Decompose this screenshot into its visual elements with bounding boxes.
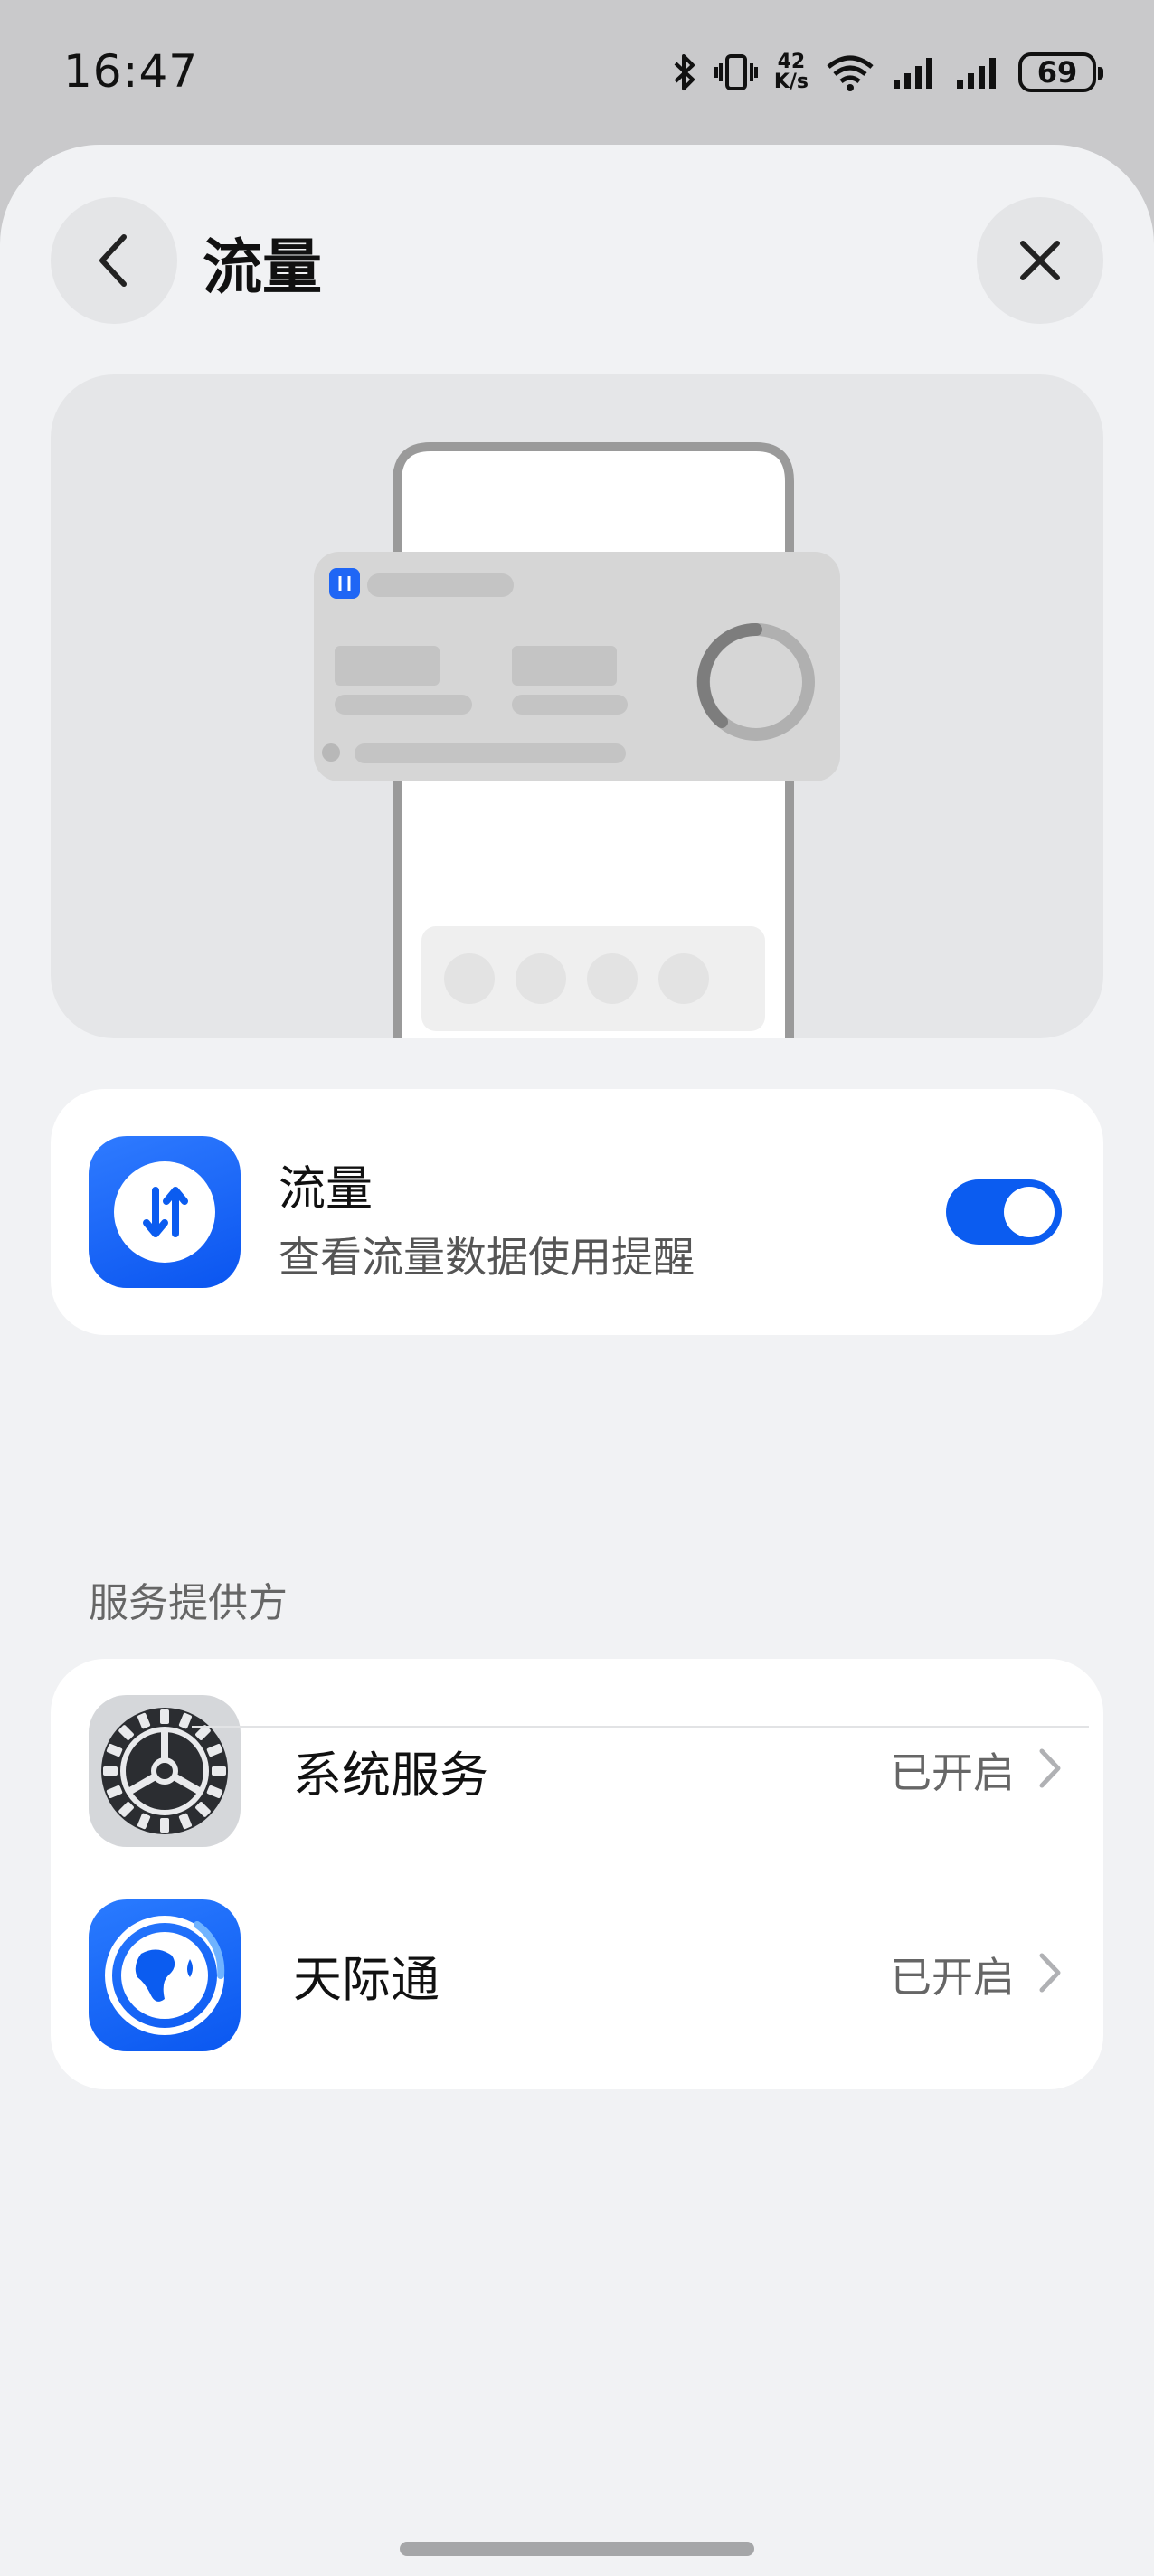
- provider-name: 系统服务: [293, 1747, 488, 1804]
- feature-title: 流量: [279, 1162, 374, 1217]
- signal-2-icon: [957, 58, 996, 89]
- status-icons: 42 K/s 69: [671, 47, 1103, 98]
- back-button[interactable]: [51, 197, 177, 324]
- provider-status: 已开启: [890, 1748, 1015, 1797]
- page-title: 流量: [203, 232, 322, 302]
- provider-row-tianjitong[interactable]: 天际通 已开启: [51, 1863, 1103, 2066]
- battery-indicator: 69: [1018, 52, 1103, 92]
- home-indicator[interactable]: [400, 2542, 754, 2556]
- chevron-right-icon: [1039, 1748, 1061, 1788]
- providers-list: 系统服务 已开启 天际通 已开启: [51, 1659, 1103, 2089]
- feature-illustration: [51, 374, 1103, 1038]
- feature-subtitle: 查看流量数据使用提醒: [279, 1233, 695, 1282]
- feature-toggle-switch[interactable]: [946, 1179, 1062, 1245]
- status-time: 16:47: [63, 45, 199, 98]
- close-icon: [1020, 241, 1060, 280]
- bottom-sheet: 流量 流量 查看流量数据使用提醒 服务提供方 系统服务 已开启 天际通 已开启: [0, 145, 1154, 2576]
- wifi-icon: [827, 55, 874, 91]
- chevron-right-icon: [1039, 1953, 1061, 1993]
- network-speed-unit: K/s: [773, 71, 809, 93]
- provider-status: 已开启: [890, 1953, 1015, 2002]
- provider-name: 天际通: [293, 1951, 440, 2008]
- settings-gear-icon: [89, 1695, 241, 1847]
- globe-icon: [89, 1899, 241, 2051]
- bluetooth-icon: [674, 54, 695, 90]
- network-speed: 42 K/s: [774, 52, 809, 92]
- data-transfer-icon: [89, 1136, 241, 1288]
- list-divider: [192, 1726, 1089, 1728]
- vibrate-icon: [714, 54, 758, 90]
- close-button[interactable]: [977, 197, 1103, 324]
- status-bar: 16:47 42 K/s 69: [0, 0, 1154, 145]
- phone-mockup-illustration: [314, 442, 840, 1038]
- signal-1-icon: [894, 58, 932, 89]
- provider-row-system-service[interactable]: 系统服务 已开启: [51, 1659, 1103, 1861]
- network-speed-value: 42: [777, 51, 806, 73]
- feature-card: 流量 查看流量数据使用提醒: [51, 1089, 1103, 1335]
- section-header-providers: 服务提供方: [89, 1580, 288, 1626]
- toggle-knob: [1004, 1187, 1055, 1237]
- chevron-left-icon: [99, 234, 127, 287]
